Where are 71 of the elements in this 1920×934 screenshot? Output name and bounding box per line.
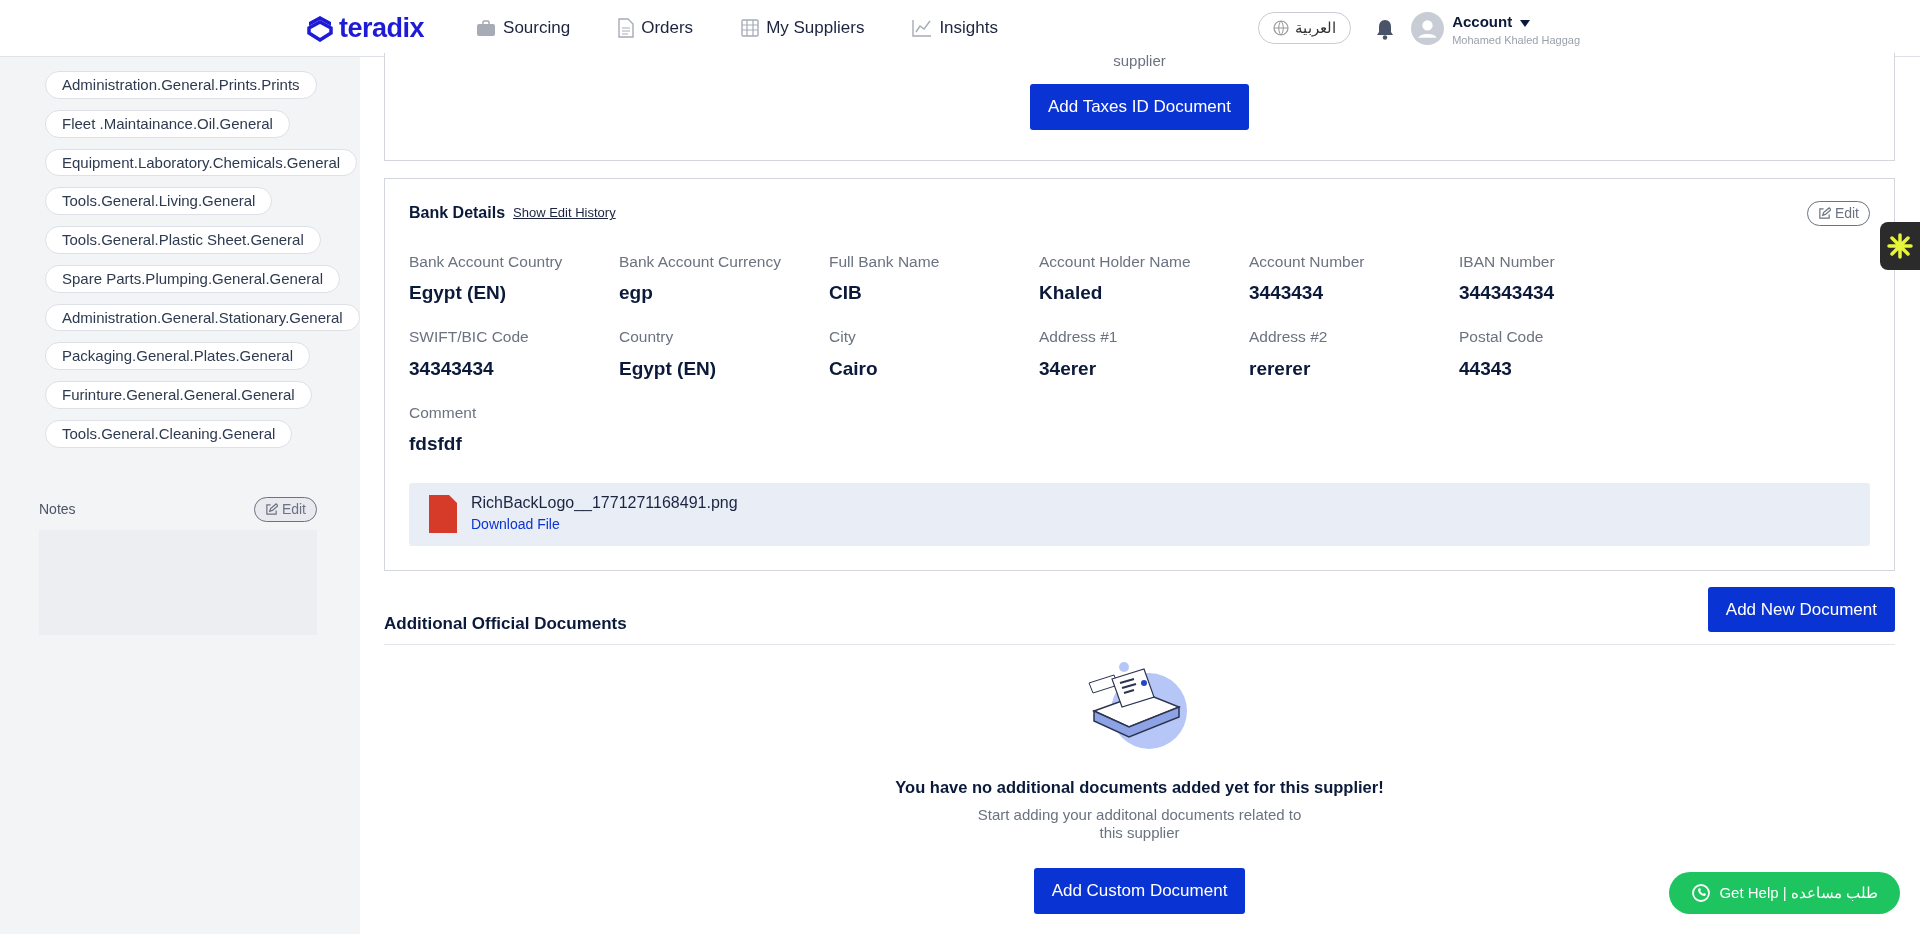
field-label: Postal Code [1459,327,1545,348]
empty-state-text: Start adding your additonal documents related to this supplier [976,806,1303,843]
edit-icon [264,502,278,516]
field-value: CIB [829,280,863,305]
category-tag: Equipment.Laboratory.Chemicals.General [45,148,358,177]
category-tag: Furinture.General.General.General [45,381,312,409]
category-tag: Administration.General.Prints.Prints [45,71,317,99]
category-tag: Spare Parts.Plumping.General.General [45,264,340,293]
file-name: RichBackLogo__1771271168491.png [471,492,738,512]
add-custom-document-button[interactable]: Add Custom Document [1033,868,1246,914]
field-label: Bank Account Country [409,251,564,272]
field-label: IBAN Number [1459,251,1556,272]
field-label: Comment [409,403,478,423]
category-tag: Tools.General.Cleaning.General [45,419,293,448]
field-value: Khaled [1039,280,1104,305]
asterisk-icon [1887,233,1913,259]
nav-link[interactable]: Insights [912,15,998,41]
category-tag: Administration.General.Stationary.General [45,303,360,332]
caret-icon [1520,19,1531,27]
field-label: Full Bank Name [829,251,941,272]
field-value: fdsfdf [409,432,463,457]
field-label: Address #1 [1039,327,1119,348]
notification-bell-icon[interactable] [1375,17,1396,40]
field-label: Account Holder Name [1039,251,1192,272]
category-tag: Tools.General.Living.General [45,187,273,215]
download-link[interactable]: Download File [471,515,560,532]
card-text: supplier [1112,53,1167,68]
briefcase-icon [476,19,497,37]
whatsapp-icon [1691,882,1712,903]
nav-link[interactable]: Orders [618,15,694,41]
nav-link[interactable]: Sourcing [476,15,571,41]
field-value: 3443434 [1249,280,1324,305]
field-value: rererer [1249,356,1312,381]
logo-icon [307,14,333,42]
field-label: SWIFT/BIC Code [409,327,530,348]
field-value: 44343 [1459,356,1513,381]
section-title: Bank Details [409,203,506,223]
field-label: City [829,327,857,348]
field-label: Address #2 [1249,327,1329,348]
edit-icon [1817,206,1831,220]
nav-link[interactable]: My Suppliers [741,15,865,41]
field-label: Account Number [1249,251,1366,272]
field-value: 34343434 [409,356,495,381]
field-value: 344343434 [1459,280,1556,305]
history-link[interactable]: Show Edit History [513,203,616,223]
logo[interactable]: teradix [307,7,425,49]
edit-button[interactable]: Edit [1806,200,1870,226]
empty-state-title: You have no additional documents added yet for this supplier! [895,777,1384,799]
account-menu[interactable]: Account Mohamed Khaled Haggag [1452,10,1580,46]
category-tag: Tools.General.Plastic Sheet.General [45,226,321,254]
file-icon [429,495,457,534]
language-button[interactable]: العربية [1258,11,1352,45]
category-tag: Packaging.General.Plates.General [45,342,310,370]
field-value: Egypt (EN) [619,356,718,381]
notes-label: Notes [39,499,76,519]
edit-button[interactable]: Edit [253,496,317,522]
building-icon [741,19,760,37]
field-value: Cairo [829,356,879,381]
field-label: Bank Account Currency [619,251,782,272]
field-value: Egypt (EN) [409,280,508,305]
chart-icon [912,19,933,37]
add-document-button[interactable]: Add New Document [1707,586,1895,633]
field-value: 34erer [1039,356,1098,381]
category-tag: Fleet .Maintainance.Oil.General [45,109,290,138]
field-label: Country [619,327,675,348]
globe-icon [1273,20,1290,36]
field-value: egp [619,280,654,305]
add-taxes-button[interactable]: Add Taxes ID Document [1030,84,1249,130]
widget-button[interactable] [1880,222,1920,270]
section-title: Additional Official Documents [384,612,627,635]
document-icon [618,18,635,38]
